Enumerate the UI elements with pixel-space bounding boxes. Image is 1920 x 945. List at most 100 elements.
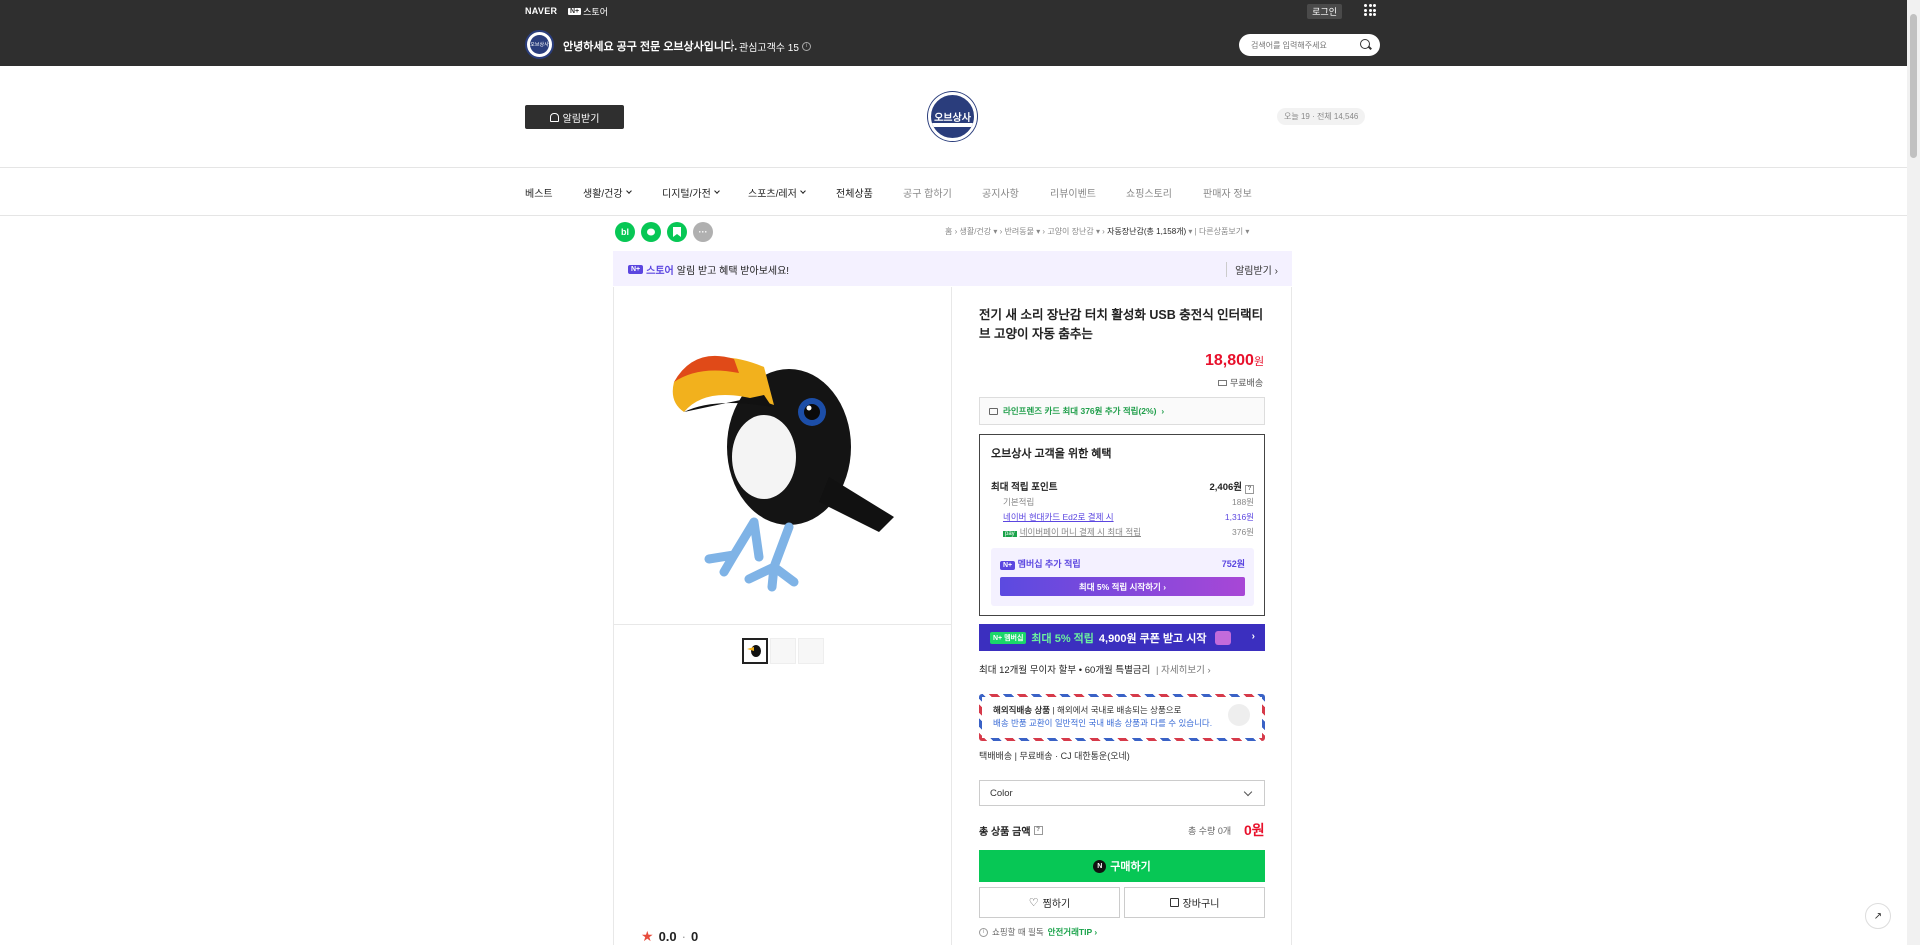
color-option-select[interactable]: Color [979, 780, 1265, 806]
nav-item-sports[interactable]: 스포츠/레저 [748, 185, 806, 200]
card-benefit-link[interactable]: 라인프렌즈 카드 최대 376원 추가 적립(2%) › [979, 397, 1265, 425]
store-logo[interactable]: 오브상사 [928, 92, 977, 141]
scroll-thumb[interactable] [1910, 14, 1917, 158]
review-count: 0 [690, 929, 699, 944]
npay-icon: pay [1003, 531, 1017, 537]
divider [0, 167, 1920, 168]
product-main-image[interactable] [614, 287, 952, 625]
apps-grid-icon[interactable] [1364, 4, 1376, 16]
bookmark-icon[interactable] [667, 222, 687, 242]
chevron-right-icon: › [1251, 631, 1255, 642]
thumbnail-item[interactable] [742, 638, 768, 664]
nav-item-seller-info[interactable]: 판매자 정보 [1203, 185, 1252, 200]
store-avatar[interactable]: 오브상사 [525, 30, 554, 59]
share-icons: bl ··· [615, 222, 713, 242]
breadcrumb: 홈 › 생활/건강 ▾ › 반려동물 ▾ › 고양이 장난감 ▾ › 자동장난감… [945, 227, 1250, 236]
other-products-link[interactable]: 다른상품보기 [1199, 227, 1243, 236]
nav-item-shopping-story[interactable]: 쇼핑스토리 [1126, 185, 1172, 200]
delivery-info: 택배배송 | 무료배송 · CJ 대한통운(오네) [979, 751, 1130, 761]
benefit-title: 오브상사 고객을 위한 혜택 [991, 448, 1112, 460]
chevron-down-icon [1243, 787, 1253, 797]
shopping-bag-icon [1169, 898, 1179, 907]
login-button[interactable]: 로그인 [1307, 4, 1342, 19]
thumbnail-item[interactable] [770, 638, 796, 664]
airplane-icon [1228, 704, 1250, 726]
breadcrumb-category[interactable]: 고양이 장난감 [1047, 227, 1093, 236]
notify-button[interactable]: 알림받기 [525, 105, 624, 129]
membership-box: N+ 멤버십 추가 적립 752원 최대 5% 적립 시작하기 › [991, 548, 1254, 606]
search-box [1239, 34, 1380, 56]
truck-icon [1218, 379, 1227, 386]
thumbnail-list [742, 638, 824, 664]
alarm-text: 알림 받고 혜택 받아보세요! [676, 266, 790, 277]
interest-count: 관심고객수 15 i [739, 39, 811, 54]
help-icon[interactable]: ? [1245, 485, 1254, 494]
scrollbar[interactable] [1907, 0, 1920, 945]
search-input[interactable] [1251, 38, 1351, 52]
nav-item-review-event[interactable]: 리뷰이벤트 [1050, 185, 1096, 200]
top-bar-row: NAVER N+ 스토어 로그인 [525, 4, 1380, 19]
chevron-down-icon [713, 188, 720, 194]
info-icon[interactable]: i [801, 42, 811, 51]
talk-share-icon[interactable] [641, 222, 661, 242]
total-label: 총 상품 금액? [979, 823, 1043, 838]
breadcrumb-category[interactable]: 반려동물 [1005, 227, 1034, 236]
chevron-down-icon [625, 188, 632, 194]
divider [0, 215, 1920, 216]
rating-value: 0.0 [658, 929, 677, 944]
nstore-label: 스토어 [583, 7, 608, 17]
blog-share-icon[interactable]: bl [615, 222, 635, 242]
max-points-row: 최대 적립 포인트 2,406원? [991, 479, 1254, 494]
nav-item-digital[interactable]: 디지털/가전 [662, 185, 720, 200]
thumbnail-item[interactable] [798, 638, 824, 664]
npay-icon: N [1093, 859, 1107, 873]
rating-summary[interactable]: ★ 0.0 · 0 [641, 928, 698, 945]
total-quantity: 총 수량 0개 [1188, 826, 1232, 836]
nav-item-all-products[interactable]: 전체상품 [836, 185, 873, 200]
alarm-subscribe-link[interactable]: 알림받기 › [1226, 262, 1278, 277]
visitor-count: 오늘 19 · 전체 14,546 [1277, 108, 1366, 125]
nav-item-best[interactable]: 베스트 [525, 185, 553, 200]
naver-logo[interactable]: NAVER [525, 6, 557, 16]
installment-more-link[interactable]: | 자세히보기 › [1156, 665, 1211, 676]
shipping-info: 무료배송 [1218, 376, 1263, 389]
nstore-logo[interactable]: N+ 스토어 [568, 5, 608, 18]
chevron-down-icon [799, 188, 806, 194]
membership-start-button[interactable]: 최대 5% 적립 시작하기 › [1000, 577, 1245, 596]
nav-item-living-health[interactable]: 생활/건강 [583, 185, 632, 200]
points-row[interactable]: 네이버 현대카드 Ed2로 결제 시 1,316원 [991, 511, 1254, 523]
breadcrumb-current[interactable]: 자동장난감(총 1,158개) [1107, 227, 1186, 236]
nstore-badge: N+ [568, 8, 582, 15]
card-icon [989, 407, 998, 415]
total-price: 0원 [1244, 822, 1265, 838]
alarm-banner: N+ 스토어 알림 받고 혜택 받아보세요! 알림받기 › [613, 251, 1292, 286]
bell-icon [549, 112, 559, 122]
store-greeting: 안녕하세요 공구 전문 오브상사입니다. [563, 41, 738, 53]
nav-item-group-buy[interactable]: 공구 합하기 [903, 185, 952, 200]
points-row[interactable]: pay 네이버페이 머니 결제 시 최대 적립 376원 [991, 526, 1254, 538]
more-options-icon[interactable]: ··· [693, 222, 713, 242]
search-icon[interactable] [1360, 39, 1370, 49]
help-icon[interactable]: ? [1033, 826, 1043, 835]
breadcrumb-category[interactable]: 생활/건강 [959, 227, 991, 236]
floating-share-icon[interactable]: ↗ [1865, 903, 1891, 929]
cart-button[interactable]: 장바구니 [1124, 887, 1265, 918]
membership-promo-banner[interactable]: N+ 멤버십 최대 5% 적립 4,900원 쿠폰 받고 시작 › [979, 624, 1265, 651]
nstore-label: 스토어 [646, 266, 674, 277]
nplus-badge: N+ [1000, 561, 1016, 570]
installment-info: 최대 12개월 무이자 할부 • 60개월 특별금리 | 자세히보기 › [979, 665, 1211, 676]
safe-trade-tip: i 쇼핑할 때 필독 안전거래TIP › [979, 926, 1097, 938]
benefit-box: 오브상사 고객을 위한 혜택 최대 적립 포인트 2,406원? 기본적립 188… [979, 434, 1265, 616]
divider [731, 39, 732, 50]
buy-button[interactable]: N 구매하기 [979, 850, 1265, 882]
nav-item-notice[interactable]: 공지사항 [982, 185, 1019, 200]
breadcrumb-home[interactable]: 홈 [945, 227, 952, 236]
safe-trade-tip-link[interactable]: 안전거래TIP › [1048, 926, 1098, 938]
product-image-panel: ★ 0.0 · 0 [613, 287, 952, 945]
info-icon: i [979, 927, 988, 937]
nplus-badge: N+ [628, 265, 644, 274]
product-price: 18,800원 [1205, 352, 1265, 369]
star-icon: ★ [641, 928, 654, 944]
product-title: 전기 새 소리 장난감 터치 활성화 USB 충전식 인터랙티브 고양이 자동 … [979, 308, 1264, 341]
wish-button[interactable]: ♡ 찜하기 [979, 887, 1120, 918]
